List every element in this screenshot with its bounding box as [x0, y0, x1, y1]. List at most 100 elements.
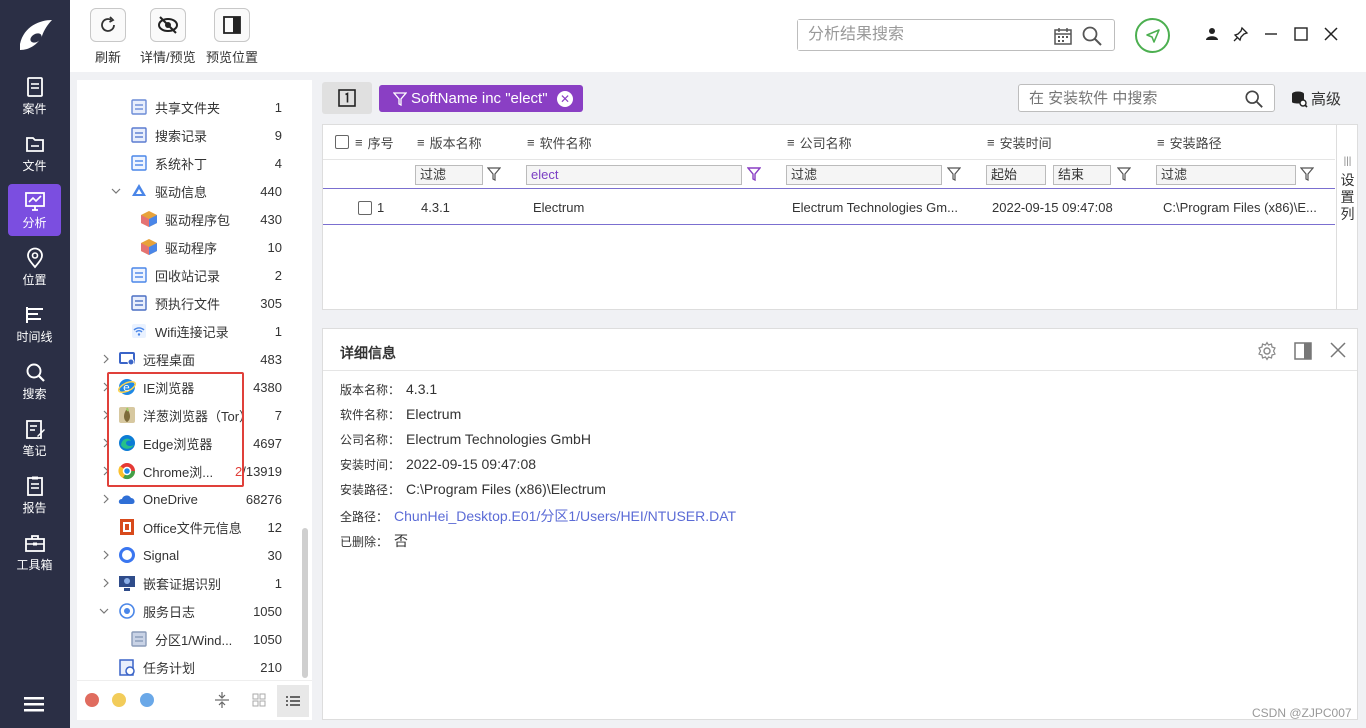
filter-funnel-icon[interactable] [1117, 167, 1131, 181]
tree-item[interactable]: 分区1/Wind... 1050 [77, 625, 302, 653]
search-icon [26, 363, 45, 382]
tree-item-count: 2 [274, 267, 282, 283]
chevron-right-icon[interactable] [101, 578, 111, 588]
analysis-search-input[interactable] [798, 20, 1038, 50]
select-all-checkbox[interactable] [335, 135, 349, 149]
nav-item-notes[interactable]: 笔记 [8, 412, 61, 464]
tree-item[interactable]: Edge浏览器 4697 [77, 429, 302, 457]
table-search-input[interactable] [1019, 85, 1229, 111]
column-menu-icon[interactable]: ≡ [417, 135, 425, 150]
chevron-right-icon[interactable] [101, 550, 111, 560]
advanced-search-button[interactable]: 高级 [1290, 88, 1341, 109]
tree-item[interactable]: Office文件元信息 12 [77, 513, 302, 541]
panel-right-icon[interactable] [1293, 341, 1313, 361]
pin-button[interactable] [1232, 25, 1250, 43]
list-view-button[interactable] [277, 685, 309, 717]
column-menu-icon[interactable]: ≡ [355, 135, 363, 150]
column-menu-icon[interactable]: ≡ [1157, 135, 1165, 150]
column-menu-icon[interactable]: ≡ [987, 135, 995, 150]
search-icon[interactable] [1244, 89, 1264, 109]
gear-icon[interactable] [1257, 341, 1277, 361]
tree-item[interactable]: 搜索记录 9 [77, 121, 302, 149]
tree-item-label: 驱动程序 [165, 240, 218, 256]
refresh-button[interactable]: 刷新 [90, 8, 126, 66]
tree-item[interactable]: 预执行文件 305 [77, 289, 302, 317]
tree-item[interactable]: e IE浏览器 4380 [77, 373, 302, 401]
tree-item[interactable]: Wifi连接记录 1 [77, 317, 302, 345]
filter-funnel-icon[interactable] [947, 167, 961, 181]
remove-filter-icon[interactable]: ✕ [557, 91, 573, 107]
tree-item[interactable]: 嵌套证据识别 1 [77, 569, 302, 597]
chevron-down-icon[interactable] [111, 186, 121, 196]
tree-item[interactable]: 服务日志 1050 [77, 597, 302, 625]
collapse-all-icon[interactable] [214, 691, 230, 709]
grid-view-icon[interactable] [252, 693, 266, 707]
column-menu-icon[interactable]: ≡ [527, 135, 535, 150]
column-header-software[interactable]: ≡ 软件名称 [527, 125, 592, 159]
chevron-right-icon[interactable] [101, 382, 111, 392]
nav-item-folder[interactable]: 文件 [8, 127, 61, 179]
nav-item-location[interactable]: 位置 [8, 241, 61, 293]
tree-item[interactable]: 驱动程序包 430 [77, 205, 302, 233]
preview-position-button[interactable]: 预览位置 [206, 8, 258, 66]
row-checkbox[interactable] [358, 201, 372, 215]
column-header-install-time[interactable]: ≡ 安装时间 [987, 125, 1052, 159]
detail-field-link[interactable]: ChunHei_Desktop.E01/分区1/Users/HEI/NTUSER… [394, 508, 736, 524]
column-header-company[interactable]: ≡ 公司名称 [787, 125, 852, 159]
start-time-filter-input[interactable]: 起始 [986, 165, 1046, 185]
yellow-dot[interactable] [112, 693, 126, 707]
tree-item[interactable]: 远程桌面 483 [77, 345, 302, 373]
nav-item-toolbox[interactable]: 工具箱 [8, 526, 61, 578]
tree-item[interactable]: 驱动程序 10 [77, 233, 302, 261]
close-button[interactable] [1322, 25, 1340, 43]
chevron-right-icon[interactable] [101, 494, 111, 504]
column-header-index[interactable]: ≡ 序号 [335, 125, 394, 159]
active-filter-chip[interactable]: SoftName inc "elect" ✕ [379, 85, 583, 112]
hamburger-menu-icon[interactable] [24, 696, 44, 712]
tree-item[interactable]: OneDrive 68276 [77, 485, 302, 513]
column-menu-icon[interactable]: ≡ [787, 135, 795, 150]
red-dot[interactable] [85, 693, 99, 707]
path-filter-input[interactable]: 过滤 [1156, 165, 1296, 185]
filter-funnel-icon[interactable] [487, 167, 501, 181]
nav-item-case[interactable]: 案件 [8, 70, 61, 122]
tree-item[interactable]: 系统补丁 4 [77, 149, 302, 177]
column-header-install-path[interactable]: ≡ 安装路径 [1157, 125, 1222, 159]
close-detail-icon[interactable] [1330, 342, 1346, 358]
nav-item-report[interactable]: 报告 [8, 469, 61, 521]
nav-item-analysis[interactable]: 分析 [8, 184, 61, 236]
chevron-right-icon[interactable] [101, 354, 111, 364]
column-settings-tab[interactable]: ||| 设 置 列 [1336, 125, 1358, 309]
chevron-right-icon[interactable] [101, 466, 111, 476]
tree-scrollbar[interactable] [302, 528, 308, 678]
tree-item[interactable]: 共享文件夹 1 [77, 93, 302, 121]
end-time-filter-input[interactable]: 结束 [1053, 165, 1111, 185]
user-button[interactable] [1203, 25, 1221, 43]
table-row[interactable]: 1 4.3.1 Electrum Electrum Technologies G… [323, 191, 1335, 225]
chevron-right-icon[interactable] [101, 438, 111, 448]
chevron-down-icon[interactable] [99, 606, 109, 616]
send-button[interactable] [1135, 18, 1170, 53]
minimize-button[interactable] [1262, 25, 1280, 43]
filter-funnel-active-icon[interactable] [747, 167, 761, 181]
column-header-version[interactable]: ≡ 版本名称 [417, 125, 482, 159]
calendar-icon[interactable] [1053, 26, 1073, 46]
nav-item-timeline[interactable]: 时间线 [8, 298, 61, 350]
tree-item[interactable]: 驱动信息 440 [77, 177, 302, 205]
tree-item[interactable]: Signal 30 [77, 541, 302, 569]
detail-preview-button[interactable]: 详情/预览 [140, 8, 196, 66]
company-filter-input[interactable]: 过滤 [786, 165, 942, 185]
maximize-button[interactable] [1292, 25, 1310, 43]
blue-dot[interactable] [140, 693, 154, 707]
nav-item-search[interactable]: 搜索 [8, 355, 61, 407]
tree-item[interactable]: 回收站记录 2 [77, 261, 302, 289]
software-filter-input[interactable]: elect [526, 165, 742, 185]
version-filter-input[interactable]: 过滤 [415, 165, 483, 185]
chevron-right-icon[interactable] [101, 410, 111, 420]
row-number-toggle[interactable] [322, 82, 372, 114]
tree-item[interactable]: 任务计划 210 [77, 653, 302, 681]
tree-item[interactable]: Chrome浏... 2/13919 [77, 457, 302, 485]
filter-funnel-icon[interactable] [1300, 167, 1314, 181]
tree-item[interactable]: 洋葱浏览器（Tor） 7 [77, 401, 302, 429]
search-icon[interactable] [1081, 25, 1103, 47]
